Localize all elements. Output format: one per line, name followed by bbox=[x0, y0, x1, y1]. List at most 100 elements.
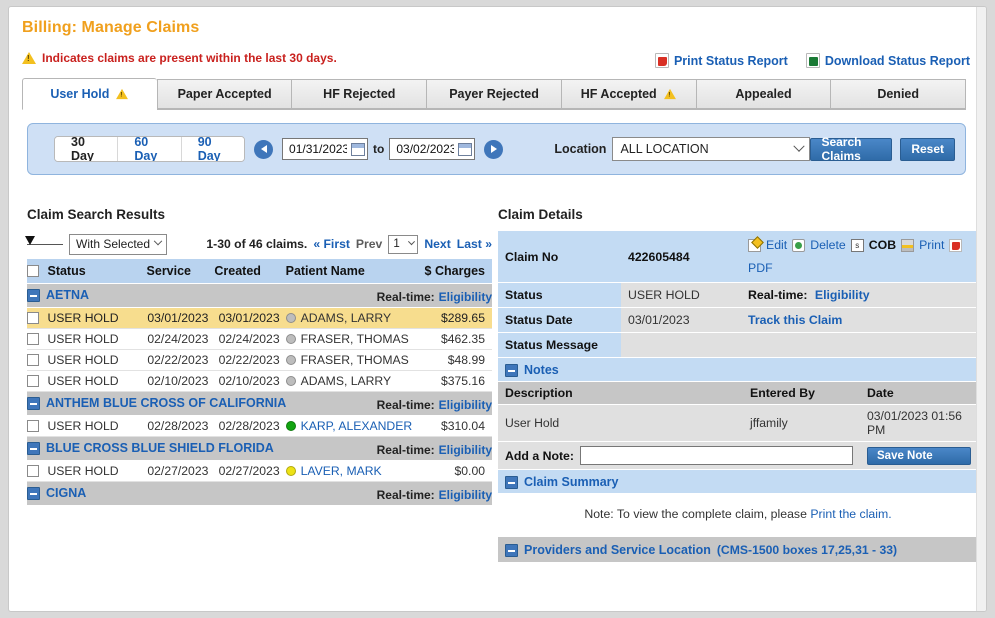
payer-name[interactable]: CIGNA bbox=[46, 485, 86, 502]
payer-name[interactable]: ANTHEM BLUE CROSS OF CALIFORNIA bbox=[46, 395, 286, 412]
claim-summary-title[interactable]: Claim Summary bbox=[524, 475, 618, 489]
date-to-input[interactable] bbox=[394, 141, 456, 157]
collapse-minus-icon[interactable] bbox=[27, 487, 40, 500]
providers-section-header[interactable]: Providers and Service Location (CMS-1500… bbox=[498, 537, 978, 563]
next-range-button[interactable] bbox=[484, 140, 503, 159]
print-status-report-link[interactable]: Print Status Report bbox=[655, 53, 788, 68]
save-note-cell: Save Note bbox=[860, 442, 978, 470]
claim-actions-cell: Edit Delete s COB Print PDF bbox=[741, 231, 978, 283]
day-range-90-day[interactable]: 90 Day bbox=[182, 137, 244, 161]
row-created-date: 02/24/2023 bbox=[214, 328, 285, 349]
calendar-icon-from[interactable] bbox=[351, 143, 365, 156]
claim-summary-header[interactable]: Claim Summary bbox=[498, 470, 978, 494]
eligibility-link[interactable]: Eligibility bbox=[439, 488, 492, 502]
tab-hf-accepted[interactable]: HF Accepted bbox=[561, 79, 696, 109]
table-row[interactable]: USER HOLD02/22/202302/22/2023FRASER, THO… bbox=[27, 349, 492, 370]
eligibility-link[interactable]: Eligibility bbox=[439, 398, 492, 412]
collapse-minus-icon[interactable] bbox=[27, 442, 40, 455]
warning-note-text: Indicates claims are present within the … bbox=[42, 51, 337, 65]
date-to-field[interactable] bbox=[389, 138, 475, 160]
printer-icon[interactable] bbox=[901, 239, 914, 252]
table-row[interactable]: USER HOLD02/27/202302/27/2023LAVER, MARK… bbox=[27, 460, 492, 481]
tab-payer-rejected[interactable]: Payer Rejected bbox=[426, 79, 561, 109]
sort-arrow-icon[interactable] bbox=[27, 244, 63, 245]
row-checkbox[interactable] bbox=[27, 375, 39, 387]
table-row[interactable]: USER HOLD02/28/202302/28/2023KARP, ALEXA… bbox=[27, 415, 492, 436]
row-checkbox[interactable] bbox=[27, 354, 39, 366]
last-page-link[interactable]: Last » bbox=[457, 237, 492, 251]
edit-link[interactable]: Edit bbox=[766, 236, 787, 254]
payer-name[interactable]: BLUE CROSS BLUE SHIELD FLORIDA bbox=[46, 440, 274, 457]
tab-paper-accepted[interactable]: Paper Accepted bbox=[157, 79, 292, 109]
row-patient-name-cell: ADAMS, LARRY bbox=[286, 370, 413, 391]
row-status: USER HOLD bbox=[47, 307, 146, 328]
download-status-report-link[interactable]: Download Status Report bbox=[806, 53, 970, 68]
row-created-date: 03/01/2023 bbox=[214, 307, 285, 328]
reset-button[interactable]: Reset bbox=[900, 138, 955, 161]
delete-icon[interactable] bbox=[792, 239, 805, 252]
row-patient-name-cell: ADAMS, LARRY bbox=[286, 307, 413, 328]
print-the-claim-link[interactable]: Print the claim. bbox=[810, 507, 891, 521]
row-checkbox[interactable] bbox=[27, 312, 39, 324]
calendar-icon-to[interactable] bbox=[458, 143, 472, 156]
payer-name[interactable]: AETNA bbox=[46, 287, 89, 304]
eligibility-link[interactable]: Eligibility bbox=[439, 443, 492, 457]
day-range-30-day[interactable]: 30 Day bbox=[55, 137, 118, 161]
page-title: Billing: Manage Claims bbox=[9, 7, 978, 37]
notes-section-header[interactable]: Notes bbox=[498, 358, 978, 382]
eligibility-link[interactable]: Eligibility bbox=[815, 288, 870, 302]
select-all-checkbox[interactable] bbox=[27, 265, 39, 277]
prev-range-button[interactable] bbox=[254, 140, 273, 159]
column-service[interactable]: Service bbox=[147, 259, 215, 283]
page-scrollbar[interactable] bbox=[976, 7, 986, 611]
add-note-input[interactable] bbox=[580, 446, 853, 465]
column-status[interactable]: Status bbox=[47, 259, 146, 283]
date-from-input[interactable] bbox=[287, 141, 349, 157]
column-charges[interactable]: $ Charges bbox=[412, 259, 492, 283]
collapse-minus-icon[interactable] bbox=[505, 364, 518, 377]
row-checkbox[interactable] bbox=[27, 465, 39, 477]
search-claims-button[interactable]: Search Claims bbox=[810, 138, 892, 161]
first-page-link[interactable]: « First bbox=[313, 237, 350, 251]
pdf-link[interactable]: PDF bbox=[748, 259, 773, 277]
date-from-field[interactable] bbox=[282, 138, 368, 160]
collapse-minus-icon[interactable] bbox=[505, 476, 518, 489]
notes-title[interactable]: Notes bbox=[524, 363, 559, 377]
eligibility-link[interactable]: Eligibility bbox=[439, 290, 492, 304]
track-claim-link[interactable]: Track this Claim bbox=[748, 313, 842, 327]
cob-icon[interactable]: s bbox=[851, 239, 864, 252]
next-page-link[interactable]: Next bbox=[424, 237, 450, 251]
cob-link[interactable]: COB bbox=[869, 236, 896, 254]
collapse-minus-icon[interactable] bbox=[505, 544, 518, 557]
pdf-icon[interactable] bbox=[949, 239, 962, 252]
providers-title[interactable]: Providers and Service Location bbox=[524, 543, 711, 557]
row-checkbox[interactable] bbox=[27, 333, 39, 345]
realtime-eligibility: Real-time:Eligibility bbox=[377, 290, 492, 304]
patient-status-dot bbox=[286, 334, 296, 344]
row-checkbox[interactable] bbox=[27, 420, 39, 432]
day-range-60-day[interactable]: 60 Day bbox=[118, 137, 181, 161]
save-note-button[interactable]: Save Note bbox=[867, 447, 971, 465]
collapse-minus-icon[interactable] bbox=[27, 289, 40, 302]
tab-denied[interactable]: Denied bbox=[830, 79, 966, 109]
edit-icon[interactable] bbox=[748, 239, 761, 252]
patient-name[interactable]: LAVER, MARK bbox=[301, 464, 382, 478]
table-row[interactable]: USER HOLD02/24/202302/24/2023FRASER, THO… bbox=[27, 328, 492, 349]
warning-triangle-icon bbox=[22, 52, 36, 64]
with-selected-select[interactable]: With Selected bbox=[69, 234, 167, 255]
column-created[interactable]: Created bbox=[214, 259, 285, 283]
location-select[interactable]: ALL LOCATION bbox=[612, 137, 810, 161]
delete-link[interactable]: Delete bbox=[810, 236, 846, 254]
page-number-select[interactable]: 1 bbox=[388, 235, 418, 254]
claim-summary-note: Note: To view the complete claim, please… bbox=[498, 494, 978, 537]
table-row[interactable]: USER HOLD03/01/202303/01/2023ADAMS, LARR… bbox=[27, 307, 492, 328]
prev-page-link[interactable]: Prev bbox=[356, 237, 382, 251]
print-link[interactable]: Print bbox=[919, 236, 944, 254]
table-row[interactable]: USER HOLD02/10/202302/10/2023ADAMS, LARR… bbox=[27, 370, 492, 391]
tab-hf-rejected[interactable]: HF Rejected bbox=[291, 79, 426, 109]
tab-appealed[interactable]: Appealed bbox=[696, 79, 831, 109]
tab-user-hold[interactable]: User Hold bbox=[22, 78, 157, 110]
column-patient-name[interactable]: Patient Name bbox=[286, 259, 413, 283]
collapse-minus-icon[interactable] bbox=[27, 397, 40, 410]
patient-name[interactable]: KARP, ALEXANDER bbox=[301, 419, 413, 433]
